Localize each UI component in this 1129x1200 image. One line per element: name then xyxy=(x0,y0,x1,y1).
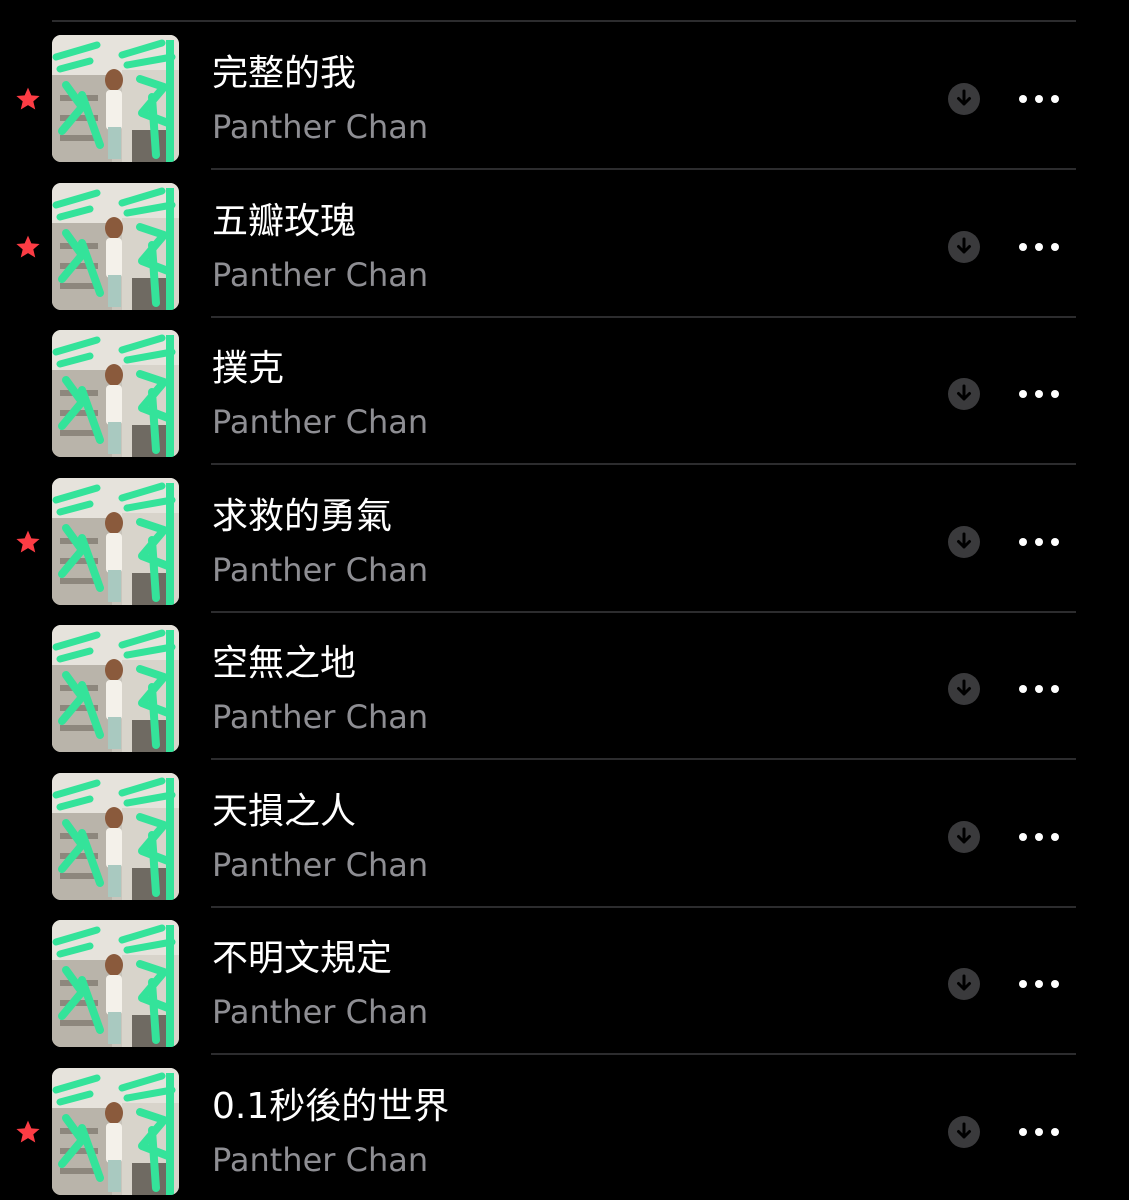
song-title: 求救的勇氣 xyxy=(212,496,393,537)
song-artist: Panther Chan xyxy=(212,1141,429,1179)
album-artwork xyxy=(52,183,179,310)
more-icon[interactable] xyxy=(1012,84,1066,114)
more-icon[interactable] xyxy=(1012,527,1066,557)
download-icon[interactable] xyxy=(947,377,981,411)
song-title: 撲克 xyxy=(212,348,285,389)
album-artwork xyxy=(52,773,179,900)
song-row[interactable]: 不明文規定 Panther Chan xyxy=(0,907,1129,1055)
album-artwork xyxy=(52,35,179,162)
song-artist: Panther Chan xyxy=(212,108,429,146)
song-artist: Panther Chan xyxy=(212,256,429,294)
download-icon[interactable] xyxy=(947,230,981,264)
song-artist: Panther Chan xyxy=(212,846,429,884)
song-list: 完整的我 Panther Chan 五瓣玫瑰 Panther Chan 撲克 P… xyxy=(0,0,1129,1200)
song-title: 五瓣玫瑰 xyxy=(212,201,357,242)
more-icon[interactable] xyxy=(1012,379,1066,409)
more-icon[interactable] xyxy=(1012,822,1066,852)
song-row[interactable]: 撲克 Panther Chan xyxy=(0,317,1129,465)
star-icon xyxy=(16,87,40,110)
song-row[interactable]: 完整的我 Panther Chan xyxy=(0,22,1129,170)
download-icon[interactable] xyxy=(947,82,981,116)
album-artwork xyxy=(52,625,179,752)
song-artist: Panther Chan xyxy=(212,993,429,1031)
download-icon[interactable] xyxy=(947,967,981,1001)
album-artwork xyxy=(52,920,179,1047)
star-icon xyxy=(16,530,40,553)
song-row[interactable]: 求救的勇氣 Panther Chan xyxy=(0,465,1129,613)
download-icon[interactable] xyxy=(947,1115,981,1149)
star-icon xyxy=(16,1120,40,1143)
album-artwork xyxy=(52,1068,179,1195)
download-icon[interactable] xyxy=(947,525,981,559)
more-icon[interactable] xyxy=(1012,232,1066,262)
more-icon[interactable] xyxy=(1012,969,1066,999)
song-row[interactable]: 五瓣玫瑰 Panther Chan xyxy=(0,170,1129,318)
song-title: 天損之人 xyxy=(212,791,357,832)
song-row[interactable]: 空無之地 Panther Chan xyxy=(0,612,1129,760)
song-artist: Panther Chan xyxy=(212,551,429,589)
song-title: 0.1秒後的世界 xyxy=(212,1086,450,1127)
song-title: 空無之地 xyxy=(212,643,357,684)
more-icon[interactable] xyxy=(1012,1117,1066,1147)
album-artwork xyxy=(52,330,179,457)
song-artist: Panther Chan xyxy=(212,403,429,441)
album-artwork xyxy=(52,478,179,605)
song-title: 不明文規定 xyxy=(212,938,393,979)
star-icon xyxy=(16,235,40,258)
song-title: 完整的我 xyxy=(212,53,357,94)
download-icon[interactable] xyxy=(947,672,981,706)
song-artist: Panther Chan xyxy=(212,698,429,736)
download-icon[interactable] xyxy=(947,820,981,854)
more-icon[interactable] xyxy=(1012,674,1066,704)
song-row[interactable]: 0.1秒後的世界 Panther Chan xyxy=(0,1055,1129,1200)
song-row[interactable]: 天損之人 Panther Chan xyxy=(0,760,1129,908)
